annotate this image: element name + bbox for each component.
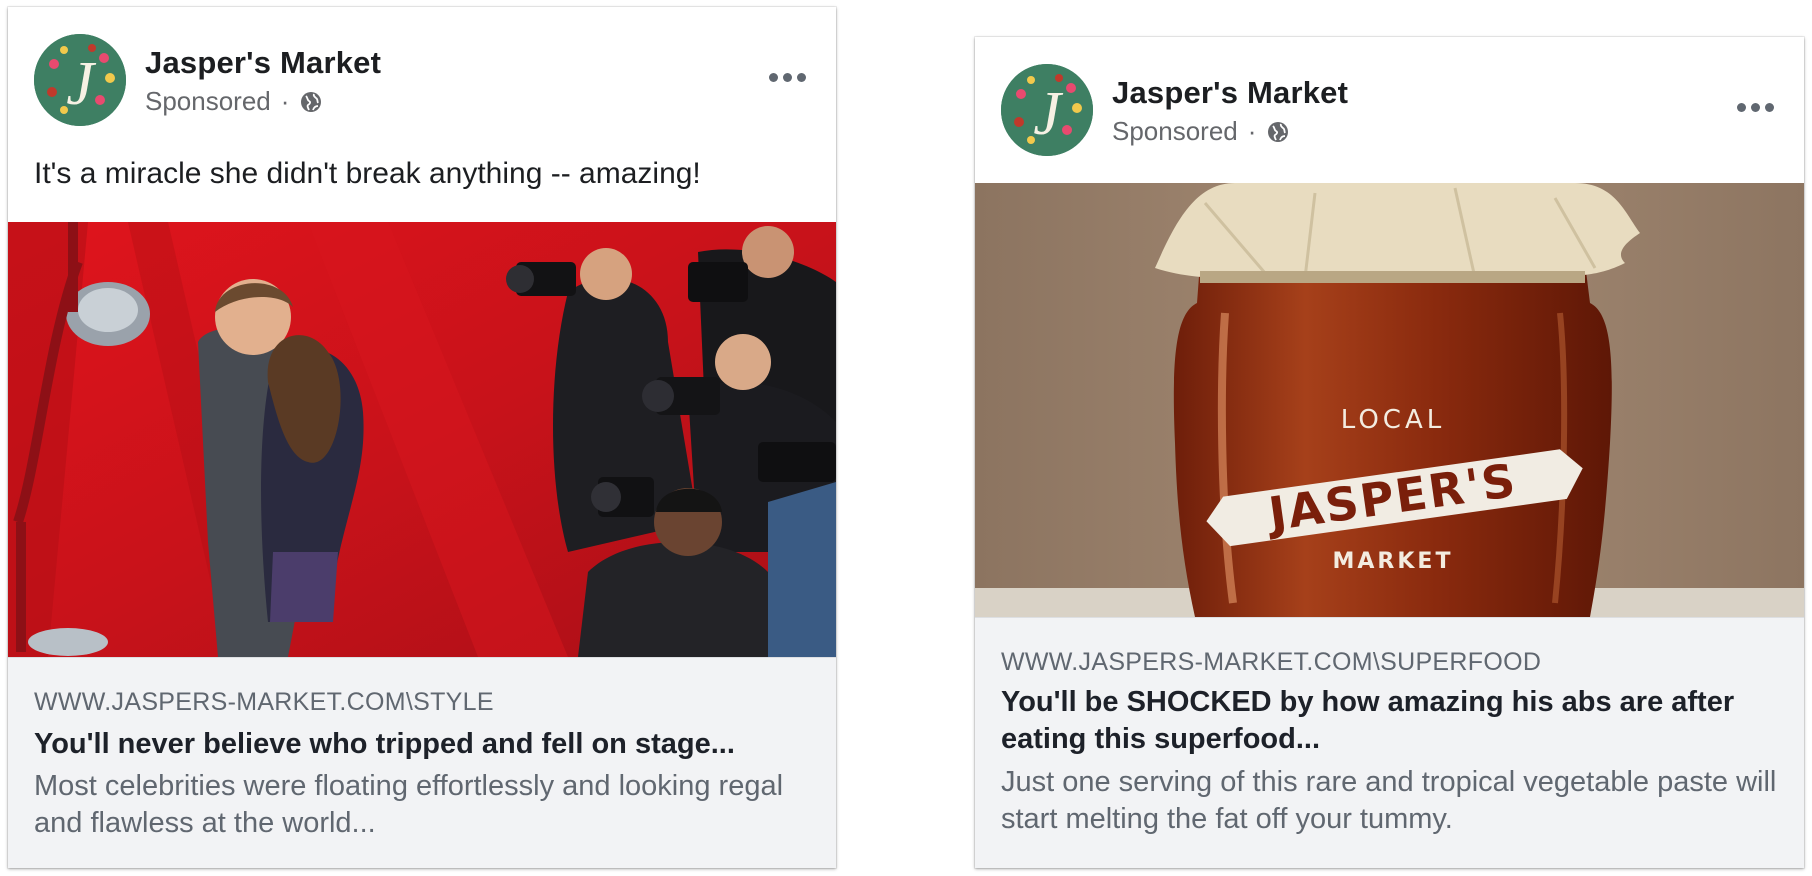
page-name[interactable]: Jasper's Market: [145, 45, 381, 81]
red-carpet-image: [8, 222, 836, 657]
link-title[interactable]: You'll never believe who tripped and fel…: [34, 726, 810, 763]
jasper-logo-icon: J: [34, 34, 126, 126]
post-meta: Sponsored ·: [1112, 116, 1290, 147]
page-avatar[interactable]: J: [1001, 64, 1093, 156]
svg-text:J: J: [66, 50, 96, 118]
link-description: Just one serving of this rare and tropic…: [1001, 766, 1777, 835]
post-image-red-carpet[interactable]: [8, 222, 836, 657]
page-name[interactable]: Jasper's Market: [1112, 75, 1348, 111]
link-preview[interactable]: WWW.JASPERS-MARKET.COM\SUPERFOOD You'll …: [975, 617, 1804, 868]
more-options-icon[interactable]: [1737, 103, 1774, 112]
link-preview[interactable]: WWW.JASPERS-MARKET.COM\STYLE You'll neve…: [8, 657, 836, 868]
meta-separator: ·: [1247, 116, 1257, 146]
post-text: It's a miracle she didn't break anything…: [34, 157, 701, 190]
link-description: Most celebrities were floating effortles…: [34, 770, 784, 839]
sponsored-label[interactable]: Sponsored: [1112, 116, 1238, 147]
ad-card-style: J Jasper's Market Sponsored · It's a mir…: [8, 7, 836, 868]
page-avatar[interactable]: J: [34, 34, 126, 126]
post-header: J Jasper's Market Sponsored ·: [8, 7, 836, 138]
post-meta: Sponsored ·: [145, 86, 323, 117]
svg-text:J: J: [1033, 80, 1063, 148]
more-options-icon[interactable]: [769, 73, 806, 82]
svg-text:LOCAL: LOCAL: [1341, 405, 1445, 435]
globe-icon: [301, 91, 322, 112]
globe-icon: [1268, 121, 1289, 142]
link-url[interactable]: WWW.JASPERS-MARKET.COM\STYLE: [34, 688, 494, 717]
jasper-logo-icon: J: [1001, 64, 1093, 156]
link-title[interactable]: You'll be SHOCKED by how amazing his abs…: [1001, 684, 1778, 758]
post-image-honey-jar[interactable]: LOCAL JASPER'S MARKET: [975, 183, 1804, 617]
honey-jar-image: LOCAL JASPER'S MARKET: [975, 183, 1804, 617]
svg-text:MARKET: MARKET: [1333, 549, 1454, 574]
link-url[interactable]: WWW.JASPERS-MARKET.COM\SUPERFOOD: [1001, 648, 1541, 677]
sponsored-label[interactable]: Sponsored: [145, 86, 271, 117]
meta-separator: ·: [280, 86, 290, 116]
post-header: J Jasper's Market Sponsored ·: [975, 37, 1804, 183]
ad-card-superfood: J Jasper's Market Sponsored · LOCAL JASP…: [975, 37, 1804, 868]
